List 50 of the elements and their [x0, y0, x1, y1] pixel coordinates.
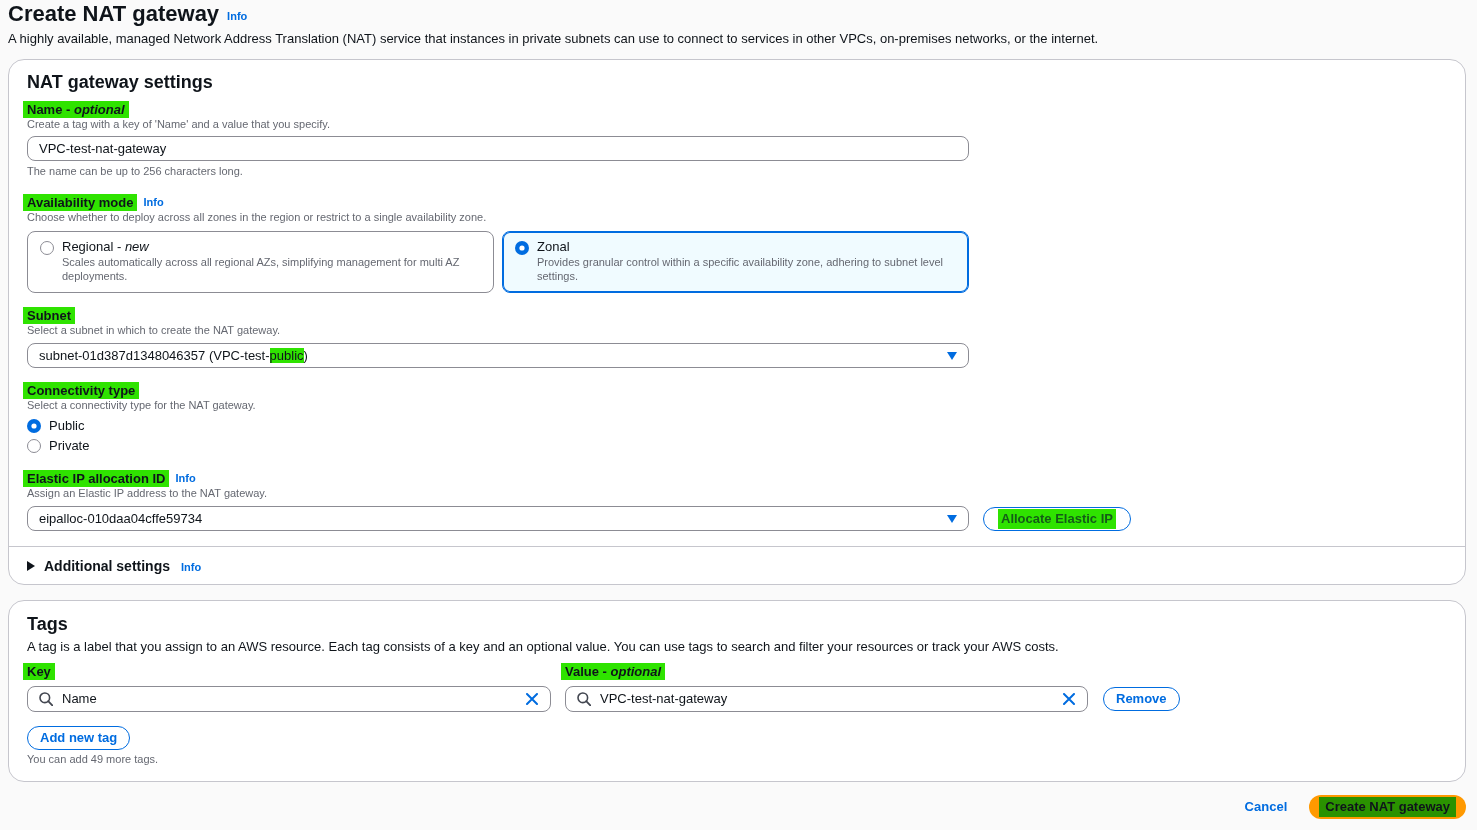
info-link[interactable]: Info — [143, 194, 164, 211]
option-description: Scales automatically across all regional AZs, simplifying management for multi AZ deployments. — [62, 255, 461, 283]
section-description: A tag is a label that you assign to an AWS resource. Each tag consists of a key and an optional value. You can use tags to search and filter your resources or track your AWS costs. — [27, 638, 1060, 656]
search-icon — [577, 691, 591, 706]
page-title: Create NAT gateway — [8, 0, 220, 28]
field-label: Elastic IP allocation ID — [23, 470, 170, 487]
field-label: Name - optional — [23, 101, 129, 118]
field-description: Create a tag with a key of 'Name' and a value that you specify. — [27, 118, 331, 131]
availability-option[interactable]: Regional - new Scales automatically across all regional AZs, simplifying management for multi AZ deployments. — [27, 231, 494, 293]
radio-icon — [40, 241, 54, 255]
field-description: Select a subnet in which to create the NAT gateway. — [27, 324, 282, 337]
option-title: Regional - new — [62, 239, 150, 255]
option-description: Provides granular control within a specific availability zone, adhering to subnet level settings. — [537, 255, 944, 283]
field-description: You can add 49 more tags. — [27, 752, 160, 766]
field-description: Select a connectivity type for the NAT gateway. — [27, 399, 257, 412]
radio-option[interactable]: Private — [27, 436, 90, 456]
clear-icon — [1063, 692, 1075, 705]
allocate-elastic-ip-button[interactable]: Allocate Elastic IP — [983, 506, 1131, 531]
column-label: Key — [23, 663, 55, 680]
radio-option[interactable]: Public — [27, 416, 85, 436]
subnet-select[interactable]: subnet-01d387d1348046357 (VPC-test-public) — [27, 343, 969, 368]
field-label: Subnet — [23, 307, 76, 324]
create-nat-gateway-button[interactable]: Create NAT gateway — [1309, 794, 1466, 819]
column-label: Value - optional — [561, 663, 666, 680]
field-label: Availability mode — [23, 194, 138, 211]
info-link[interactable]: Info — [175, 470, 196, 487]
search-icon — [39, 691, 53, 706]
field-description: Assign an Elastic IP address to the NAT gateway. — [27, 487, 269, 500]
field-label: Connectivity type — [23, 382, 140, 399]
caret-down-icon — [947, 514, 957, 523]
field-description: The name can be up to 256 characters long. — [27, 165, 244, 178]
section-title: Tags — [27, 613, 69, 636]
cancel-button[interactable]: Cancel — [1244, 798, 1288, 815]
info-link[interactable]: Info — [227, 7, 248, 25]
page-description: A highly available, managed Network Address Translation (NAT) service that instances in private subnets can use to connect to services in other VPCs, on-premises networks, or the internet. — [8, 30, 1100, 48]
section-title: NAT gateway settings — [27, 71, 214, 94]
name-input[interactable]: VPC-test-nat-gateway — [27, 136, 969, 161]
clear-icon — [526, 692, 538, 705]
add-new-tag-button[interactable]: Add new tag — [27, 725, 131, 750]
caret-down-icon — [947, 351, 957, 360]
value-field[interactable]: VPC-test-nat-gateway — [565, 685, 1088, 712]
availability-option[interactable]: Zonal Provides granular control within a specific availability zone, adhering to subnet level settings. — [502, 231, 969, 293]
remove-button[interactable]: Remove — [1103, 686, 1180, 711]
additional-settings-toggle[interactable]: Additional settings — [27, 556, 170, 576]
radio-icon — [515, 241, 529, 255]
info-link[interactable]: Info — [181, 558, 202, 576]
option-title: Zonal — [537, 239, 571, 255]
field-description: Choose whether to deploy across all zones in the region or restrict to a single availability zone. — [27, 211, 488, 224]
key-field[interactable]: Name — [27, 685, 551, 712]
elastic-ip-select[interactable]: eipalloc-010daa04cffe59734 — [27, 506, 969, 531]
